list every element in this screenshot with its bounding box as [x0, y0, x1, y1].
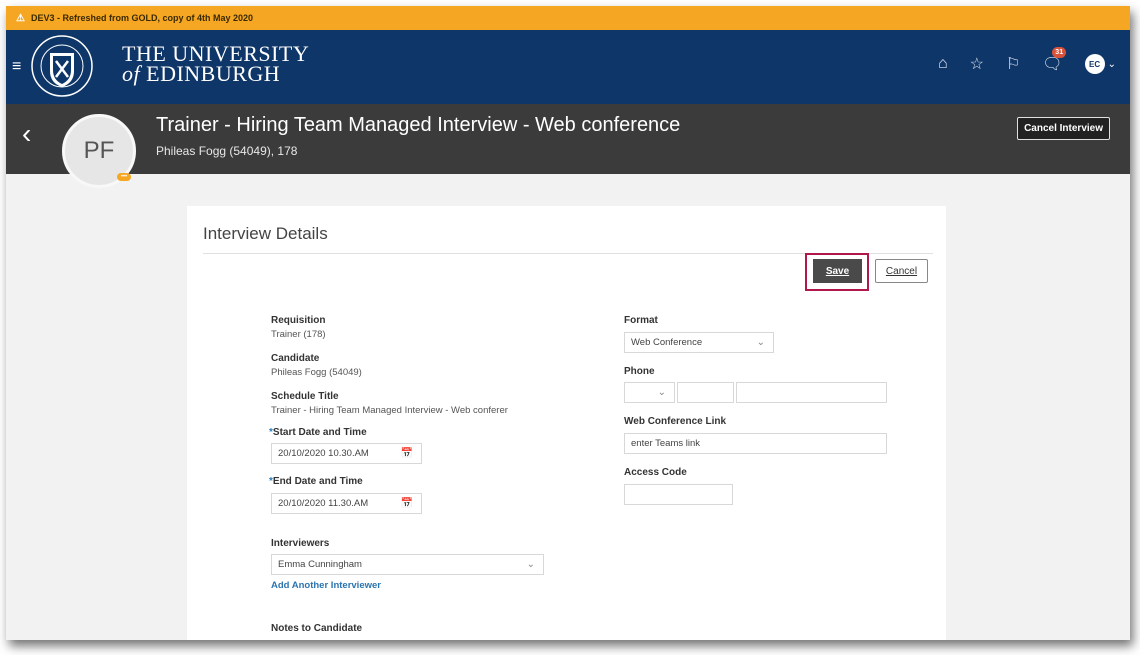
- page-header: ‹ PF ••• Trainer - Hiring Team Managed I…: [6, 104, 1130, 188]
- calendar-icon[interactable]: 📅: [401, 498, 413, 509]
- save-button[interactable]: Save: [813, 259, 862, 283]
- university-name-of: of: [122, 61, 141, 86]
- end-date-input[interactable]: 20/10/2020 11.30.AM 📅: [271, 493, 422, 514]
- chevron-down-icon: ⌄: [756, 337, 765, 348]
- favorites-star-icon[interactable]: ☆: [970, 54, 984, 74]
- warning-icon: ⚠: [16, 12, 25, 24]
- format-select[interactable]: Web Conference ⌄: [624, 332, 774, 353]
- user-menu[interactable]: EC ⌄: [1084, 54, 1116, 74]
- web-conference-link-value: enter Teams link: [631, 438, 700, 449]
- notes-to-candidate-label: Notes to Candidate: [271, 623, 363, 634]
- requisition-label: Requisition: [271, 315, 326, 326]
- interview-details-card: Interview Details Save Cancel Requisitio…: [187, 206, 946, 640]
- phone-number-input[interactable]: [736, 382, 887, 403]
- environment-banner-text: DEV3 - Refreshed from GOLD, copy of 4th …: [30, 13, 254, 23]
- interviewers-value: Emma Cunningham: [278, 559, 362, 570]
- access-code-input[interactable]: [624, 484, 733, 505]
- phone-country-select[interactable]: ⌄: [624, 382, 675, 403]
- notifications-icon[interactable]: 🗨 31: [1042, 47, 1067, 74]
- environment-banner: ⚠ DEV3 - Refreshed from GOLD, copy of 4t…: [6, 6, 1130, 30]
- schedule-title-value: Trainer - Hiring Team Managed Interview …: [271, 405, 508, 416]
- candidate-value: Phileas Fogg (54049): [271, 367, 362, 378]
- home-icon[interactable]: ⌂: [938, 55, 948, 73]
- university-name-line2: EDINBURGH: [146, 61, 281, 86]
- chevron-down-icon: ⌄: [1107, 58, 1116, 70]
- user-avatar: EC: [1084, 54, 1105, 74]
- candidate-avatar[interactable]: PF •••: [62, 114, 136, 188]
- page-title: Trainer - Hiring Team Managed Interview …: [156, 114, 681, 136]
- section-title: Interview Details: [203, 224, 328, 243]
- candidate-avatar-initials: PF: [83, 137, 115, 164]
- web-conference-link-label: Web Conference Link: [624, 416, 727, 427]
- end-date-label-text: End Date and Time: [272, 476, 363, 487]
- university-crest-icon: [31, 35, 93, 97]
- interviewers-select[interactable]: Emma Cunningham ⌄: [271, 554, 544, 575]
- interviewers-label: Interviewers: [271, 538, 330, 549]
- phone-area-code-input[interactable]: [677, 382, 734, 403]
- calendar-icon[interactable]: 📅: [401, 448, 413, 459]
- phone-label: Phone: [624, 366, 655, 377]
- back-icon[interactable]: ‹: [22, 120, 31, 148]
- cancel-button[interactable]: Cancel: [875, 259, 928, 283]
- chevron-down-icon: ⌄: [657, 387, 666, 398]
- start-date-value: 20/10/2020 10.30.AM: [278, 448, 369, 459]
- university-name[interactable]: THE UNIVERSITY of EDINBURGH: [122, 43, 309, 86]
- add-interviewer-link[interactable]: Add Another Interviewer: [271, 580, 381, 591]
- menu-icon[interactable]: ≡: [12, 58, 21, 76]
- top-navigation-bar: ≡ THE UNIVERSITY of EDINBURGH ⌂ ☆ ⚐ 🗨 31 …: [6, 30, 1130, 104]
- format-label: Format: [624, 315, 658, 326]
- start-date-input[interactable]: 20/10/2020 10.30.AM 📅: [271, 443, 422, 464]
- access-code-label: Access Code: [624, 467, 687, 478]
- start-date-label: *Start Date and Time: [269, 427, 367, 438]
- candidate-label: Candidate: [271, 353, 320, 364]
- page-subtitle: Phileas Fogg (54049), 178: [156, 144, 298, 158]
- notifications-count-badge: 31: [1052, 47, 1067, 58]
- app-window: ⚠ DEV3 - Refreshed from GOLD, copy of 4t…: [6, 6, 1130, 640]
- format-value: Web Conference: [631, 337, 703, 348]
- flag-icon[interactable]: ⚐: [1006, 54, 1020, 74]
- end-date-label: *End Date and Time: [269, 476, 363, 487]
- requisition-value: Trainer (178): [271, 329, 326, 340]
- more-icon[interactable]: •••: [117, 173, 131, 181]
- end-date-value: 20/10/2020 11.30.AM: [278, 498, 369, 509]
- web-conference-link-input[interactable]: enter Teams link: [624, 433, 887, 454]
- cancel-interview-button[interactable]: Cancel Interview: [1017, 117, 1110, 140]
- start-date-label-text: Start Date and Time: [272, 427, 367, 438]
- schedule-title-label: Schedule Title: [271, 391, 339, 402]
- chevron-down-icon: ⌄: [526, 559, 535, 570]
